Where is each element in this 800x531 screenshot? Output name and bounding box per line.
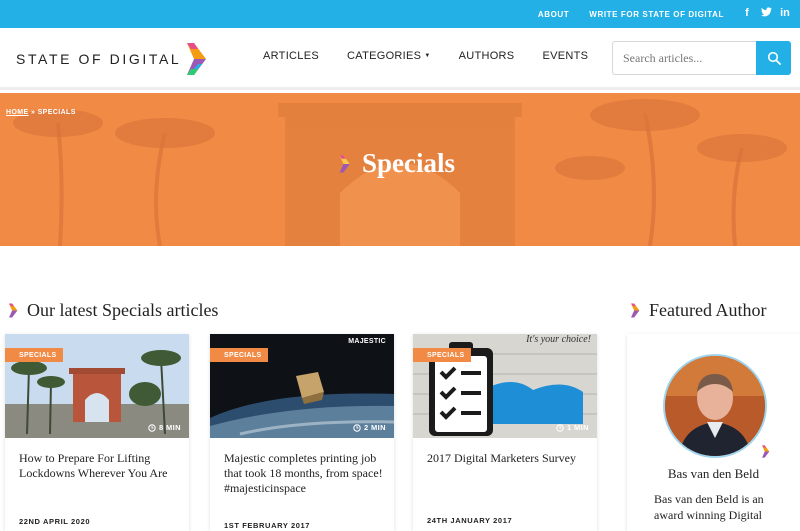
clock-icon [353, 423, 361, 432]
article-title[interactable]: How to Prepare For Lifting Lockdowns Whe… [19, 451, 179, 481]
article-thumbnail[interactable]: MAJESTIC SPECIALS 2 MIN [210, 334, 394, 438]
category-badge[interactable]: SPECIALS [210, 348, 269, 362]
facebook-icon[interactable]: f [742, 7, 752, 20]
article-thumbnail[interactable]: SPECIALS 8 MIN [5, 334, 189, 438]
featured-author-panel: Bas van den Beld Bas van den Beld is an … [627, 334, 800, 531]
clock-icon [556, 423, 564, 432]
read-time: 1 MIN [556, 423, 589, 432]
article-thumbnail[interactable]: It's your choice! SPECIALS 1 MIN [413, 334, 597, 438]
read-time-text: 2 MIN [363, 423, 386, 432]
author-photo [665, 356, 765, 456]
logo-chevron-icon [187, 43, 207, 75]
article-title[interactable]: Majestic completes printing job that too… [224, 451, 384, 496]
site-header: STATE OF DIGITAL ARTICLES CATEGORIES ▼ AU… [0, 28, 800, 90]
breadcrumb-current: SPECIALS [37, 109, 76, 116]
article-card[interactable]: It's your choice! SPECIALS 1 MIN 2017 Di… [413, 334, 597, 531]
breadcrumb-home-link[interactable]: HOME [6, 109, 29, 116]
article-card[interactable]: MAJESTIC SPECIALS 2 MIN Majestic complet… [210, 334, 394, 531]
nav-articles[interactable]: ARTICLES [263, 50, 319, 62]
chevron-mark-icon [631, 303, 640, 318]
chevron-mark-icon [762, 445, 770, 458]
image-caption: It's your choice! [526, 334, 591, 345]
hero-banner: HOME » SPECIALS Specials [0, 93, 800, 246]
chevron-mark-icon [339, 155, 350, 173]
write-for-link[interactable]: WRITE FOR STATE OF DIGITAL [589, 10, 724, 19]
chevron-mark-icon [9, 303, 18, 318]
social-links: f in [742, 7, 790, 20]
nav-events[interactable]: EVENTS [542, 50, 588, 62]
caret-down-icon: ▼ [424, 53, 431, 59]
read-time-text: 1 MIN [566, 423, 589, 432]
logo-text: STATE OF DIGITAL [16, 51, 182, 67]
author-bio: Bas van den Beld is an award winning Dig… [654, 492, 764, 522]
category-badge[interactable]: SPECIALS [413, 348, 472, 362]
article-card[interactable]: SPECIALS 8 MIN How to Prepare For Liftin… [5, 334, 189, 531]
about-link[interactable]: ABOUT [538, 10, 569, 19]
top-links: ABOUT WRITE FOR STATE OF DIGITAL [538, 10, 724, 19]
search-form [612, 41, 791, 75]
article-title[interactable]: 2017 Digital Marketers Survey [427, 451, 587, 466]
featured-heading: Featured Author [630, 300, 766, 321]
article-date: 24TH JANUARY 2017 [427, 516, 513, 525]
breadcrumb-separator: » [28, 109, 38, 116]
read-time: 8 MIN [148, 423, 181, 432]
image-caption: MAJESTIC [348, 338, 386, 345]
linkedin-icon[interactable]: in [780, 7, 790, 20]
search-icon [767, 51, 781, 65]
clock-icon [148, 423, 156, 432]
breadcrumb: HOME » SPECIALS [6, 109, 76, 116]
page-title: Specials [362, 148, 456, 178]
article-date: 22ND APRIL 2020 [19, 517, 91, 526]
top-bar: ABOUT WRITE FOR STATE OF DIGITAL f in [0, 0, 800, 28]
nav-authors-label: AUTHORS [458, 50, 515, 62]
category-badge[interactable]: SPECIALS [5, 348, 64, 362]
search-input[interactable] [612, 41, 756, 75]
latest-heading: Our latest Specials articles [8, 300, 218, 321]
twitter-icon[interactable] [761, 7, 772, 20]
nav-categories[interactable]: CATEGORIES ▼ [347, 50, 431, 62]
latest-heading-text: Our latest Specials articles [27, 300, 219, 320]
site-logo[interactable]: STATE OF DIGITAL [16, 42, 207, 76]
nav-authors[interactable]: AUTHORS [459, 50, 515, 62]
read-time: 2 MIN [353, 423, 386, 432]
main-nav: ARTICLES CATEGORIES ▼ AUTHORS EVENTS [263, 50, 588, 62]
author-avatar[interactable] [663, 354, 767, 458]
search-button[interactable] [756, 41, 791, 75]
author-name[interactable]: Bas van den Beld [627, 466, 800, 482]
article-date: 1ST FEBRUARY 2017 [224, 521, 311, 530]
nav-events-label: EVENTS [542, 50, 589, 62]
read-time-text: 8 MIN [158, 423, 181, 432]
nav-categories-label: CATEGORIES [347, 50, 422, 62]
nav-articles-label: ARTICLES [263, 50, 319, 62]
featured-heading-text: Featured Author [649, 300, 767, 320]
